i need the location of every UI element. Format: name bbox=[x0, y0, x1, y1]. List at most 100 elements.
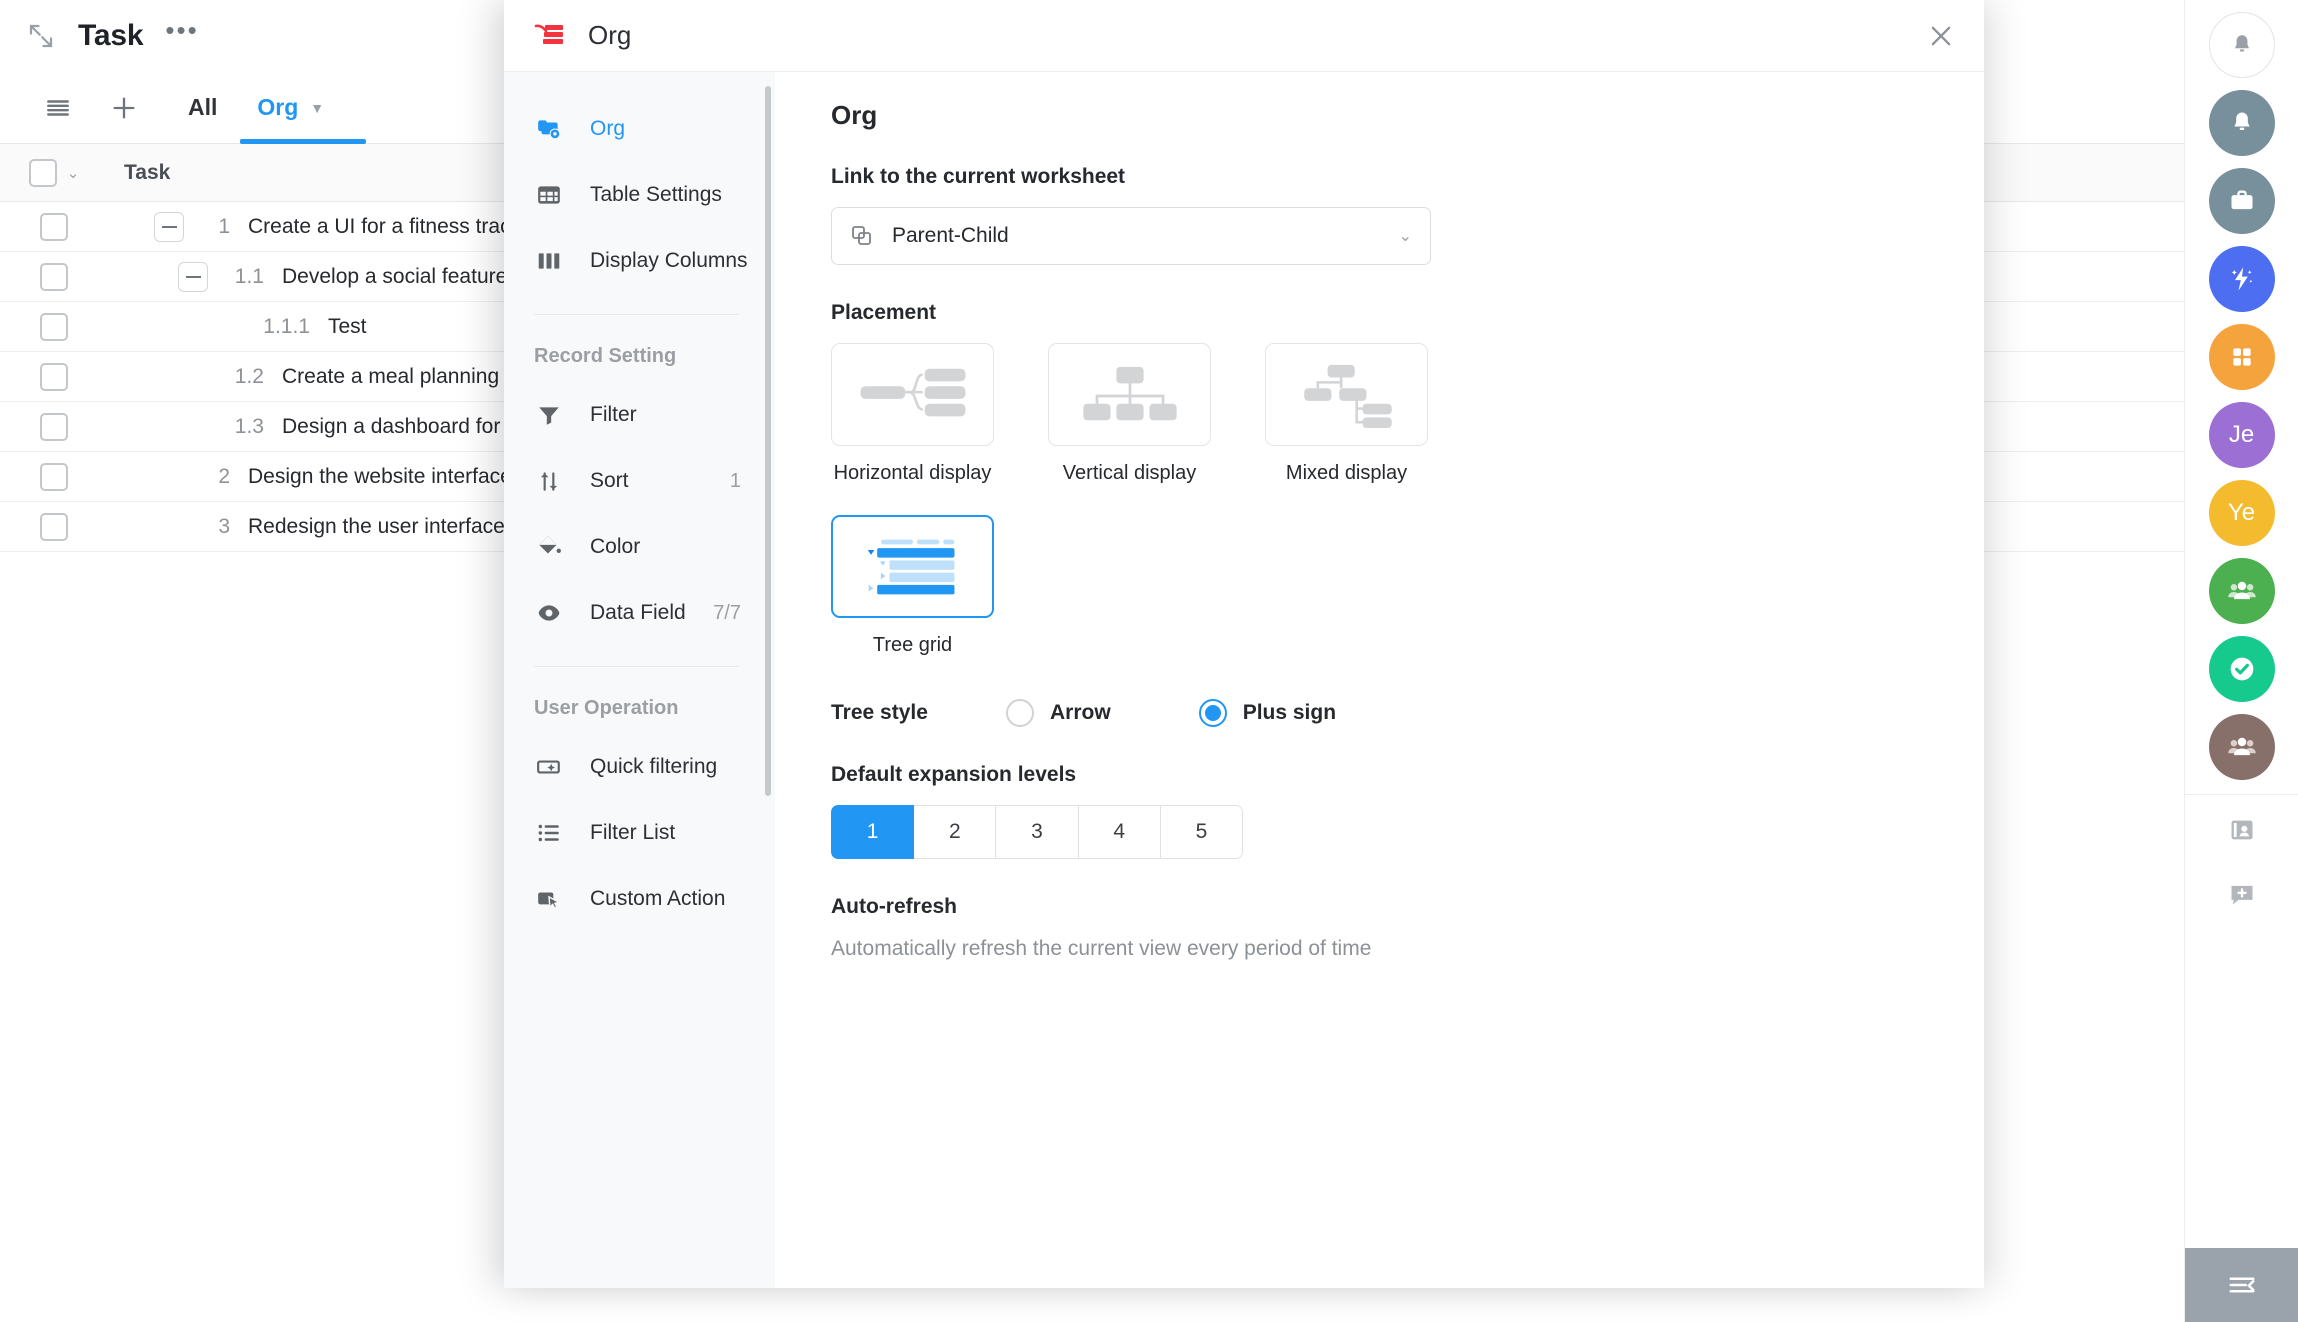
row-checkbox[interactable] bbox=[40, 462, 68, 491]
notifications-button[interactable] bbox=[2208, 90, 2275, 156]
sidebar-item-label: Data Field bbox=[590, 601, 686, 624]
chat-add-icon[interactable] bbox=[2209, 865, 2275, 923]
chevron-down-icon[interactable]: ⌄ bbox=[67, 164, 80, 182]
auto-refresh-section: Auto-refresh Automatically refresh the c… bbox=[831, 895, 1928, 961]
view-eye-icon bbox=[534, 114, 564, 144]
table-grid-icon bbox=[534, 180, 564, 210]
placement-option-vertical[interactable]: Vertical display bbox=[1048, 343, 1211, 485]
sidebar-item-org[interactable]: Org bbox=[504, 96, 775, 162]
task-complete-button[interactable] bbox=[2208, 636, 2275, 702]
sidebar-item-filter-list[interactable]: Filter List bbox=[504, 800, 775, 866]
placement-option-horizontal[interactable]: Horizontal display bbox=[831, 343, 994, 485]
row-checkbox[interactable] bbox=[40, 412, 68, 441]
dialog-title: Org bbox=[588, 20, 632, 50]
row-checkbox[interactable] bbox=[40, 212, 68, 241]
placement-card[interactable] bbox=[831, 343, 994, 446]
placement-caption: Mixed display bbox=[1285, 462, 1408, 484]
auto-refresh-description: Automatically refresh the current view e… bbox=[831, 937, 1372, 960]
group-chat-button[interactable] bbox=[2208, 558, 2275, 624]
chevron-down-icon[interactable]: ⌄ bbox=[1399, 226, 1412, 246]
row-select-cell bbox=[0, 362, 108, 391]
expand-arrows-icon[interactable] bbox=[26, 21, 56, 51]
sidebar-item-label: Quick filtering bbox=[590, 755, 718, 778]
group-members-button[interactable] bbox=[2208, 714, 2275, 780]
sidebar-scrollbar[interactable] bbox=[765, 86, 771, 796]
row-collapse-toggle[interactable] bbox=[154, 211, 184, 242]
row-select-cell bbox=[0, 412, 108, 441]
row-number: 3 bbox=[218, 514, 230, 538]
tab-org[interactable]: Org ▼ bbox=[237, 72, 366, 144]
placement-caption: Tree grid bbox=[872, 634, 953, 656]
expansion-level-2[interactable]: 2 bbox=[914, 805, 997, 859]
radio-plus-sign[interactable] bbox=[1198, 699, 1227, 727]
placement-caption: Horizontal display bbox=[833, 462, 992, 484]
row-select-cell bbox=[0, 212, 108, 241]
sidebar-item-data-field[interactable]: Data Field 7/7 bbox=[504, 580, 775, 646]
sidebar-item-label: Sort bbox=[590, 469, 629, 492]
tab-all[interactable]: All bbox=[168, 72, 237, 144]
close-icon[interactable] bbox=[1898, 0, 1984, 72]
placement-caption: Vertical display bbox=[1062, 462, 1197, 484]
ellipsis-icon[interactable]: ••• bbox=[165, 17, 198, 47]
link-worksheet-select[interactable]: Parent-Child ⌄ bbox=[831, 207, 1431, 265]
row-checkbox[interactable] bbox=[40, 312, 68, 341]
right-rail: Je Ye bbox=[2184, 0, 2298, 1322]
sidebar-item-quick-filtering[interactable]: Quick filtering bbox=[504, 734, 775, 800]
collapse-panel-button[interactable] bbox=[2184, 1248, 2298, 1322]
tree-style-option-arrow[interactable]: Arrow bbox=[1006, 699, 1111, 727]
dialog-sidebar: Org Table Settings Display Columns Recor… bbox=[504, 72, 775, 1288]
link-section-label: Link to the current worksheet bbox=[831, 165, 1126, 188]
workbench-button[interactable] bbox=[2208, 168, 2275, 234]
expansion-level-3[interactable]: 3 bbox=[996, 805, 1079, 859]
radio-arrow-label: Arrow bbox=[1050, 701, 1111, 724]
eye-icon bbox=[534, 598, 564, 628]
notification-bell-outline-button[interactable] bbox=[2208, 12, 2275, 78]
sidebar-item-filter[interactable]: Filter bbox=[504, 382, 775, 448]
placement-options-row2: Tree grid bbox=[831, 515, 1928, 657]
expansion-level-5[interactable]: 5 bbox=[1160, 805, 1243, 859]
row-number: 1 bbox=[218, 214, 230, 238]
sidebar-item-color[interactable]: Color bbox=[504, 514, 775, 580]
dialog-header: Org bbox=[504, 0, 1984, 72]
sidebar-item-label: Color bbox=[590, 535, 641, 558]
radio-arrow[interactable] bbox=[1006, 699, 1034, 727]
sidebar-item-custom-action[interactable]: Custom Action bbox=[504, 866, 775, 932]
avatar[interactable]: Ye bbox=[2208, 480, 2275, 546]
sidebar-item-table-settings[interactable]: Table Settings bbox=[504, 162, 775, 228]
plus-icon[interactable] bbox=[102, 86, 146, 130]
ai-assistant-button[interactable] bbox=[2208, 246, 2275, 312]
row-checkbox[interactable] bbox=[40, 362, 68, 391]
placement-card[interactable] bbox=[831, 515, 994, 618]
select-all-checkbox[interactable] bbox=[28, 158, 57, 187]
placement-option-tree-grid[interactable]: Tree grid bbox=[831, 515, 994, 657]
placement-card[interactable] bbox=[1048, 343, 1211, 446]
tree-style-option-plus-sign[interactable]: Plus sign bbox=[1198, 699, 1336, 727]
sidebar-group-user-operation: User Operation bbox=[534, 697, 679, 719]
sidebar-group-record-setting: Record Setting bbox=[534, 345, 677, 367]
sidebar-item-label: Filter List bbox=[590, 821, 676, 844]
row-number: 1.1.1 bbox=[263, 314, 310, 338]
row-number: 1.2 bbox=[234, 364, 264, 388]
placement-card[interactable] bbox=[1265, 343, 1428, 446]
list-menu-icon[interactable] bbox=[36, 86, 80, 130]
sidebar-item-sort[interactable]: Sort 1 bbox=[504, 448, 775, 514]
avatar[interactable]: Je bbox=[2208, 402, 2275, 468]
vertical-tree-icon bbox=[1071, 361, 1189, 429]
row-collapse-toggle[interactable] bbox=[178, 261, 208, 292]
chevron-down-icon[interactable]: ▼ bbox=[310, 100, 324, 116]
tree-grid-icon bbox=[855, 534, 971, 600]
sidebar-item-label: Custom Action bbox=[590, 887, 726, 910]
expansion-level-1[interactable]: 1 bbox=[831, 805, 915, 859]
sidebar-item-display-columns[interactable]: Display Columns bbox=[504, 228, 775, 294]
org-settings-dialog: Org Org Table Settings Display Columns R… bbox=[504, 0, 1984, 1288]
placement-section: Placement Horizontal display Vertical di… bbox=[831, 301, 1928, 657]
apps-button[interactable] bbox=[2208, 324, 2275, 390]
mixed-tree-icon bbox=[1288, 361, 1406, 429]
column-header-task: Task bbox=[124, 160, 171, 184]
contact-card-icon[interactable] bbox=[2209, 801, 2275, 859]
row-checkbox[interactable] bbox=[40, 262, 68, 291]
dialog-body: Org Table Settings Display Columns Recor… bbox=[504, 72, 1984, 1288]
placement-option-mixed[interactable]: Mixed display bbox=[1265, 343, 1428, 485]
expansion-level-4[interactable]: 4 bbox=[1078, 805, 1161, 859]
row-checkbox[interactable] bbox=[40, 512, 68, 541]
